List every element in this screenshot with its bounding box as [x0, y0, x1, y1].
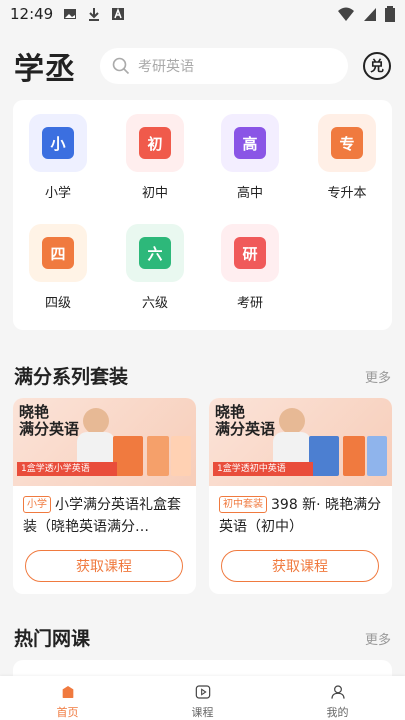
category-upgrade[interactable]: 专 专升本 [307, 114, 387, 201]
teacher-figure [273, 432, 311, 466]
banner-title: 晓艳 满分英语 [215, 403, 276, 438]
postgrad-icon: 研 [234, 237, 266, 269]
status-bar: 12:49 [0, 0, 405, 28]
teacher-avatar [83, 408, 109, 434]
category-label: 高中 [236, 186, 263, 201]
banner-title: 晓艳 满分英语 [19, 403, 80, 438]
product-banner: 晓艳 满分英语 1盒学透小学英语 [13, 398, 196, 486]
teacher-avatar [279, 408, 305, 434]
category-label: 专升本 [327, 186, 367, 201]
user-icon [330, 685, 345, 699]
redeem-button[interactable]: 兑 [363, 52, 391, 80]
product-card[interactable]: 晓艳 满分英语 1盒学透小学英语 小学 小学满分英语礼盒套装（晓艳英语满分… 获取课… [13, 398, 196, 594]
status-time: 12:49 [10, 5, 54, 23]
category-tile: 六 [126, 224, 184, 282]
category-senior[interactable]: 高 高中 [210, 114, 290, 201]
category-tile: 四 [29, 224, 87, 282]
category-tile: 初 [126, 114, 184, 172]
tab-home[interactable]: 首页 [0, 676, 135, 720]
category-cet6[interactable]: 六 六级 [115, 224, 195, 311]
play-icon [195, 685, 210, 699]
wifi-icon [338, 7, 354, 21]
more-link-hot[interactable]: 更多 [365, 629, 391, 648]
product-card[interactable]: 晓艳 满分英语 1盒学透初中英语 初中套装 398 新· 晓艳满分英语（初中） 获取… [209, 398, 392, 594]
category-tile: 研 [221, 224, 279, 282]
category-tile: 高 [221, 114, 279, 172]
search-input[interactable]: 考研英语 [100, 48, 348, 84]
get-course-button[interactable]: 获取课程 [25, 550, 183, 582]
text-icon [112, 7, 125, 20]
category-tile: 小 [29, 114, 87, 172]
signal-icon [364, 8, 376, 21]
category-cet4[interactable]: 四 四级 [18, 224, 98, 311]
category-primary[interactable]: 小 小学 [18, 114, 98, 201]
book-box [367, 436, 387, 476]
category-tile: 专 [318, 114, 376, 172]
cet6-icon: 六 [139, 237, 171, 269]
search-placeholder: 考研英语 [138, 59, 194, 75]
book-box [309, 436, 339, 476]
category-label: 初中 [141, 186, 168, 201]
image-icon [64, 9, 77, 19]
product-banner: 晓艳 满分英语 1盒学透初中英语 [209, 398, 392, 486]
book-box [147, 436, 169, 476]
teacher-figure [77, 432, 115, 466]
tab-label: 课程 [191, 706, 214, 719]
cet4-icon: 四 [42, 237, 74, 269]
book-box [343, 436, 365, 476]
junior-icon: 初 [139, 127, 171, 159]
product-tag: 小学 [23, 496, 51, 513]
app-header: 学丞 考研英语 兑 [0, 38, 405, 94]
book-box [113, 436, 143, 476]
category-label: 四级 [44, 296, 71, 311]
product-tag: 初中套装 [219, 496, 267, 513]
tab-course[interactable]: 课程 [135, 676, 270, 720]
bottom-tab-bar: 首页 课程 我的 [0, 676, 405, 720]
redeem-icon: 兑 [370, 59, 384, 75]
category-label: 小学 [44, 186, 71, 201]
tab-mine[interactable]: 我的 [270, 676, 405, 720]
book-box [171, 436, 191, 476]
battery-icon [385, 6, 395, 22]
category-label: 六级 [141, 296, 168, 311]
upgrade-icon: 专 [331, 127, 363, 159]
banner-subtitle: 1盒学透初中英语 [213, 462, 313, 476]
section-title-hot: 热门网课 [14, 628, 91, 650]
category-label: 考研 [236, 296, 263, 311]
banner-subtitle: 1盒学透小学英语 [17, 462, 117, 476]
more-link-series[interactable]: 更多 [365, 367, 391, 386]
category-grid: 小 小学 初 初中 高 高中 专 专升本 四 四级 六 六级 研 考研 [13, 100, 392, 330]
get-course-button[interactable]: 获取课程 [221, 550, 379, 582]
search-icon [112, 57, 130, 75]
tab-label: 我的 [326, 706, 349, 719]
primary-icon: 小 [42, 127, 74, 159]
download-icon [89, 8, 100, 21]
home-icon [62, 686, 73, 698]
category-junior[interactable]: 初 初中 [115, 114, 195, 201]
product-title: 初中套装 398 新· 晓艳满分英语（初中） [209, 486, 392, 544]
app-logo: 学丞 [14, 52, 76, 87]
tab-label: 首页 [56, 706, 79, 719]
senior-icon: 高 [234, 127, 266, 159]
section-title-series: 满分系列套装 [14, 366, 129, 388]
category-postgrad[interactable]: 研 考研 [210, 224, 290, 311]
product-title: 小学 小学满分英语礼盒套装（晓艳英语满分… [13, 486, 196, 544]
